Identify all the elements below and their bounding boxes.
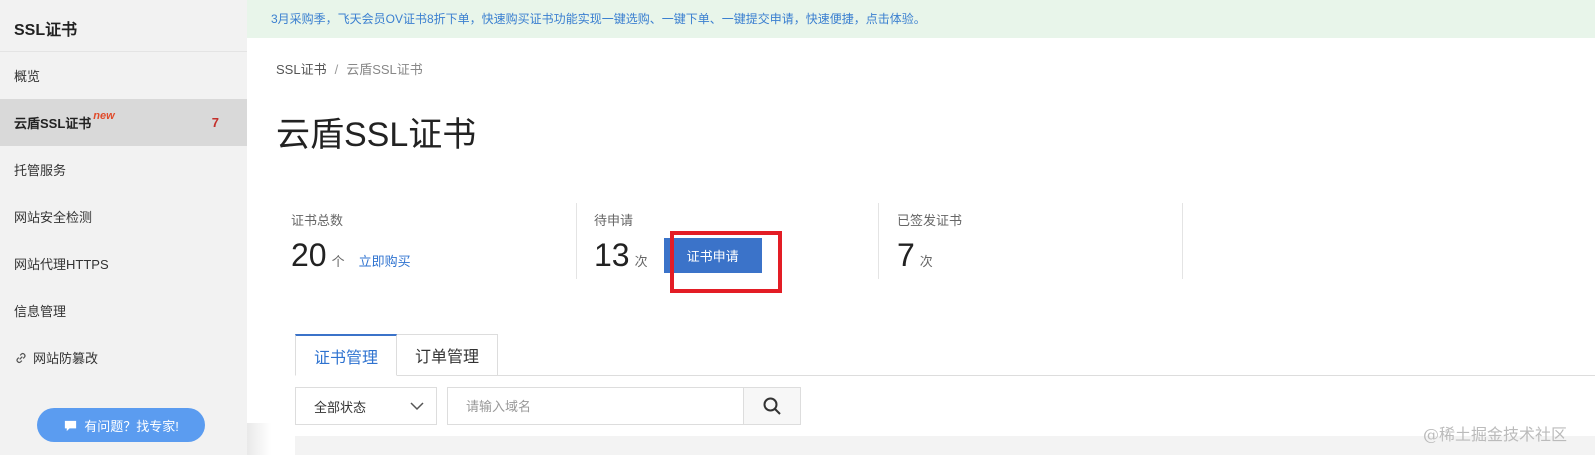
count-badge: 7 [211, 115, 219, 130]
promo-banner[interactable]: 3月采购季，飞天会员OV证书8折下单，快速购买证书功能实现一键选购、一键下单、一… [247, 0, 1595, 38]
tab-bar: 证书管理 订单管理 [295, 334, 499, 376]
stat-label: 证书总数 [291, 213, 344, 228]
table-header-strip [295, 436, 1595, 455]
sidebar-item-label: 信息管理 [14, 304, 67, 319]
sidebar-item-overview[interactable]: 概览 [0, 52, 247, 99]
main-content: SSL证书 / 云盾SSL证书 云盾SSL证书 证书总数 20 个 立即购买 待申请… [247, 38, 1595, 455]
new-badge: new [93, 109, 115, 122]
stat-label: 已签发证书 [897, 213, 963, 228]
sidebar-item-label: 概览 [14, 69, 41, 84]
stat-divider [1182, 203, 1183, 279]
sidebar-item-label: 托管服务 [14, 163, 67, 178]
sidebar-item-tamper-protection[interactable]: 网站防篡改 [0, 334, 247, 381]
sidebar-title: SSL证书 [0, 0, 247, 52]
stat-unit: 次 [919, 254, 933, 269]
sidebar-item-https-proxy[interactable]: 网站代理HTTPS [0, 240, 247, 287]
link-icon [16, 352, 26, 363]
sidebar-item-ssl-cert[interactable]: 云盾SSL证书 new 7 [0, 99, 247, 146]
stat-value: 13 [594, 237, 630, 273]
sidebar-item-info-management[interactable]: 信息管理 [0, 287, 247, 334]
chat-icon [65, 420, 77, 431]
status-filter-select[interactable]: 全部状态 [295, 387, 437, 425]
stat-unit: 个 [331, 254, 345, 269]
breadcrumb-separator: / [334, 62, 339, 77]
sidebar-item-security-scan[interactable]: 网站安全检测 [0, 193, 247, 240]
stat-divider [576, 203, 577, 279]
breadcrumb-current: 云盾SSL证书 [346, 62, 423, 77]
search-icon [763, 397, 781, 415]
help-button-label: 有问题？找专家! [84, 418, 179, 434]
sidebar-item-label: 网站防篡改 [33, 351, 99, 366]
sidebar-shadow [247, 423, 271, 455]
stat-unit: 次 [634, 254, 648, 269]
sidebar-item-label: 网站代理HTTPS [14, 257, 109, 272]
sidebar-item-label: 云盾SSL证书 [14, 116, 92, 131]
stat-total: 证书总数 20 个 立即购买 [291, 210, 411, 286]
tab-cert-management[interactable]: 证书管理 [295, 334, 398, 376]
chevron-down-icon [410, 402, 424, 411]
sidebar: SSL证书 概览 云盾SSL证书 new 7 托管服务 网站安全检测 网站代理H… [0, 0, 247, 455]
breadcrumb-root[interactable]: SSL证书 [276, 62, 327, 77]
sidebar-item-label: 网站安全检测 [14, 210, 93, 225]
search-button[interactable] [743, 387, 801, 425]
page-title: 云盾SSL证书 [276, 116, 477, 154]
breadcrumb: SSL证书 / 云盾SSL证书 [276, 59, 423, 78]
sidebar-item-hosting[interactable]: 托管服务 [0, 146, 247, 193]
buy-now-link[interactable]: 立即购买 [359, 251, 411, 270]
watermark: @稀土掘金技术社区 [1422, 425, 1567, 444]
help-expert-button[interactable]: 有问题？找专家! [37, 408, 205, 442]
stat-issued: 已签发证书 7 次 [897, 210, 962, 286]
tab-order-management[interactable]: 订单管理 [397, 334, 499, 376]
stat-label: 待申请 [594, 213, 634, 228]
highlight-annotation [670, 231, 782, 293]
status-filter-value: 全部状态 [314, 399, 367, 415]
stat-value: 20 [291, 237, 327, 273]
stat-value: 7 [897, 237, 915, 273]
domain-search-input[interactable] [447, 387, 743, 425]
stat-divider [878, 203, 879, 279]
